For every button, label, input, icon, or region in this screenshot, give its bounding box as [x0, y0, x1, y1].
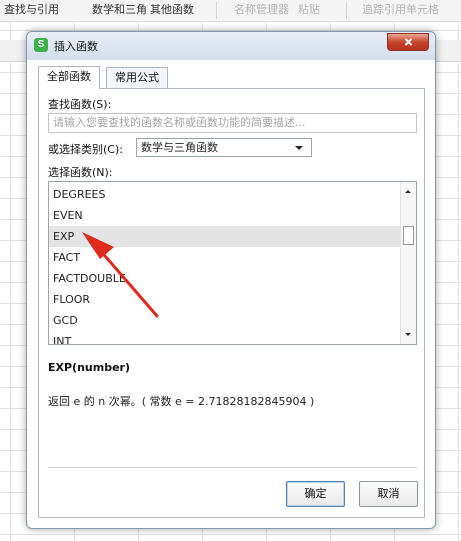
- ribbon-name-manager-button[interactable]: 名称管理器: [234, 1, 289, 17]
- list-item[interactable]: GCD: [49, 310, 401, 331]
- category-select[interactable]: 数学与三角函数: [136, 138, 312, 157]
- list-item[interactable]: FACTDOUBLE: [49, 268, 401, 289]
- ribbon-lookup-button[interactable]: 查找与引用: [4, 1, 59, 17]
- ribbon-trace-button[interactable]: 追踪引用单元格: [362, 1, 439, 17]
- ok-button[interactable]: 确定: [286, 481, 345, 507]
- list-item[interactable]: INT: [49, 331, 401, 344]
- function-syntax: EXP(number): [48, 361, 130, 374]
- list-scrollbar[interactable]: [400, 182, 416, 344]
- wps-app-icon: S: [34, 38, 48, 52]
- ribbon-other-functions-button[interactable]: 其他函数: [150, 1, 194, 17]
- scroll-thumb[interactable]: [403, 226, 414, 245]
- list-item[interactable]: FACT: [49, 247, 401, 268]
- search-label: 查找函数(S):: [48, 98, 112, 111]
- category-selected-value: 数学与三角函数: [141, 141, 218, 154]
- ribbon-math-button[interactable]: 数学和三角: [92, 1, 147, 17]
- insert-function-dialog: S 插入函数 全部函数 常用公式 查找函数(S): 请输入您要查找的函数名称或函…: [26, 31, 436, 529]
- ribbon-toolbar: 查找与引用 数学和三角 其他函数 名称管理器 粘贴 追踪引用单元格: [0, 0, 461, 22]
- function-list[interactable]: DEGREES EVEN EXP FACT FACTDOUBLE FLOOR G…: [48, 181, 417, 345]
- ribbon-paste-button[interactable]: 粘贴: [298, 1, 320, 17]
- scroll-down-icon[interactable]: [405, 333, 411, 336]
- divider: [48, 467, 417, 468]
- close-button[interactable]: [387, 33, 429, 51]
- ribbon-separator: [346, 2, 347, 19]
- ribbon-separator: [216, 2, 217, 19]
- function-panel: 查找函数(S): 请输入您要查找的函数名称或函数功能的简要描述... 或选择类别…: [38, 88, 425, 518]
- list-item[interactable]: DEGREES: [49, 184, 401, 205]
- tab-common-formulas[interactable]: 常用公式: [106, 67, 168, 88]
- dropdown-arrow-icon: [295, 146, 303, 150]
- list-item-selected[interactable]: EXP: [49, 226, 401, 247]
- cancel-button[interactable]: 取消: [359, 481, 418, 507]
- function-search-input[interactable]: 请输入您要查找的函数名称或函数功能的简要描述...: [48, 113, 417, 133]
- category-label: 或选择类别(C):: [48, 143, 123, 156]
- dialog-title: 插入函数: [54, 40, 98, 53]
- list-item[interactable]: FLOOR: [49, 289, 401, 310]
- function-list-label: 选择函数(N):: [48, 166, 113, 179]
- tab-all-functions[interactable]: 全部函数: [38, 66, 100, 89]
- function-description: 返回 e 的 n 次幂。( 常数 e = 2.71828182845904 ): [48, 395, 315, 408]
- scroll-up-icon[interactable]: [405, 190, 411, 193]
- dialog-titlebar[interactable]: S 插入函数: [27, 32, 435, 60]
- list-item[interactable]: EVEN: [49, 205, 401, 226]
